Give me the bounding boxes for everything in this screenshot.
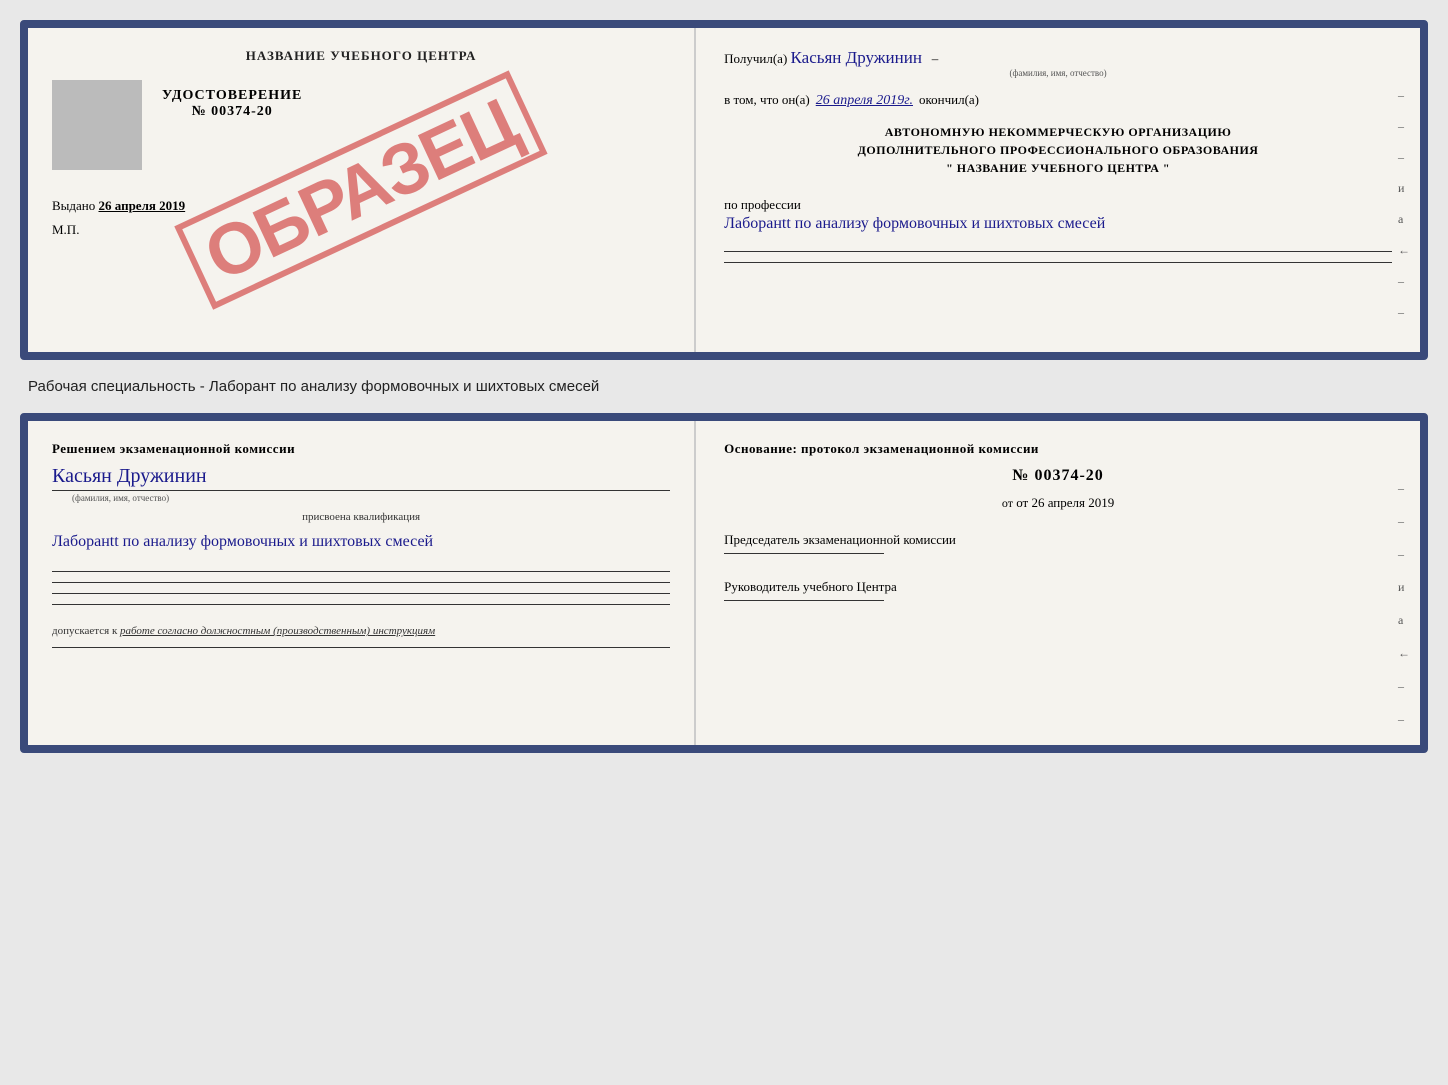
- prisvoyena-label: присвоена квалификация: [52, 511, 670, 523]
- bottom-name: Касьян Дружинин: [52, 465, 207, 487]
- bottom-fio-label: (фамилия, имя, отчество): [52, 493, 670, 503]
- po-professii-label: по профессии: [724, 197, 1392, 213]
- vtom-line: в том, что он(а) 26 апреля 2019г. окончи…: [724, 92, 1392, 109]
- udost-label: УДОСТОВЕРЕНИЕ: [162, 88, 302, 104]
- photo-placeholder: [52, 80, 142, 170]
- top-certificate-card: НАЗВАНИЕ УЧЕБНОГО ЦЕНТРА УДОСТОВЕРЕНИЕ №…: [20, 20, 1428, 360]
- predsedatel-signature: [724, 553, 884, 554]
- bottom-ul-4: [52, 604, 670, 605]
- underline-2: [724, 262, 1392, 263]
- ot-line: от от 26 апреля 2019: [724, 495, 1392, 511]
- bottom-ul-3: [52, 593, 670, 594]
- bottom-ul-1: [52, 571, 670, 572]
- cert-number: № 00374-20: [192, 104, 273, 120]
- osnovaniye-label: Основание: протокол экзаменационной коми…: [724, 441, 1392, 457]
- underline-1: [724, 251, 1392, 252]
- kvali-handwritten: Лаборанtt по анализу формовочных и шихто…: [52, 531, 670, 553]
- predsedatel-label: Председатель экзаменационной комиссии: [724, 531, 1392, 549]
- side-dashes-bottom: – – – и а ← – –: [1398, 481, 1410, 727]
- mp-line: М.П.: [52, 222, 79, 238]
- bottom-ul-2: [52, 582, 670, 583]
- poluchil-label: Получил(а): [724, 51, 787, 66]
- org-block: АВТОНОМНУЮ НЕКОММЕРЧЕСКУЮ ОРГАНИЗАЦИЮ ДО…: [724, 123, 1392, 177]
- recipient-name: Касьян Дружинин: [791, 48, 922, 67]
- rukovoditel-signature: [724, 600, 884, 601]
- bottom-right-panel: Основание: протокол экзаменационной коми…: [696, 421, 1420, 745]
- bottom-left-panel: Решением экзаменационной комиссии Касьян…: [28, 421, 696, 745]
- vtom-text: в том, что он(а): [724, 92, 810, 108]
- dopuskaetsya-block: допускается к работе согласно должностны…: [52, 625, 670, 637]
- bottom-name-block: Касьян Дружинин (фамилия, имя, отчество): [52, 465, 670, 503]
- bottom-certificate-card: Решением экзаменационной комиссии Касьян…: [20, 413, 1428, 753]
- bottom-ul-5: [52, 647, 670, 648]
- prot-number: № 00374-20: [724, 467, 1392, 485]
- received-line: Получил(а) Касьян Дружинин – (фамилия, и…: [724, 48, 1392, 78]
- cert-title: НАЗВАНИЕ УЧЕБНОГО ЦЕНТРА: [246, 48, 477, 64]
- prof-block: по профессии Лаборанtt по анализу формов…: [724, 197, 1392, 235]
- top-left-panel: НАЗВАНИЕ УЧЕБНОГО ЦЕНТРА УДОСТОВЕРЕНИЕ №…: [28, 28, 696, 352]
- komissia-line: Решением экзаменационной комиссии: [52, 441, 670, 457]
- prof-handwritten: Лаборанtt по анализу формовочных и шихто…: [724, 213, 1392, 235]
- date-text: 26 апреля 2019г.: [816, 93, 913, 109]
- rukovoditel-label: Руководитель учебного Центра: [724, 578, 1392, 596]
- top-right-panel: Получил(а) Касьян Дружинин – (фамилия, и…: [696, 28, 1420, 352]
- okonchil-text: окончил(а): [919, 92, 979, 108]
- side-dashes-top: – – – и а ← – –: [1398, 88, 1410, 320]
- specialty-text: Рабочая специальность - Лаборант по анал…: [20, 378, 1428, 395]
- fio-label: (фамилия, имя, отчество): [724, 68, 1392, 78]
- vydano-line: Выдано 26 апреля 2019: [52, 198, 670, 214]
- name-underline: [52, 490, 670, 491]
